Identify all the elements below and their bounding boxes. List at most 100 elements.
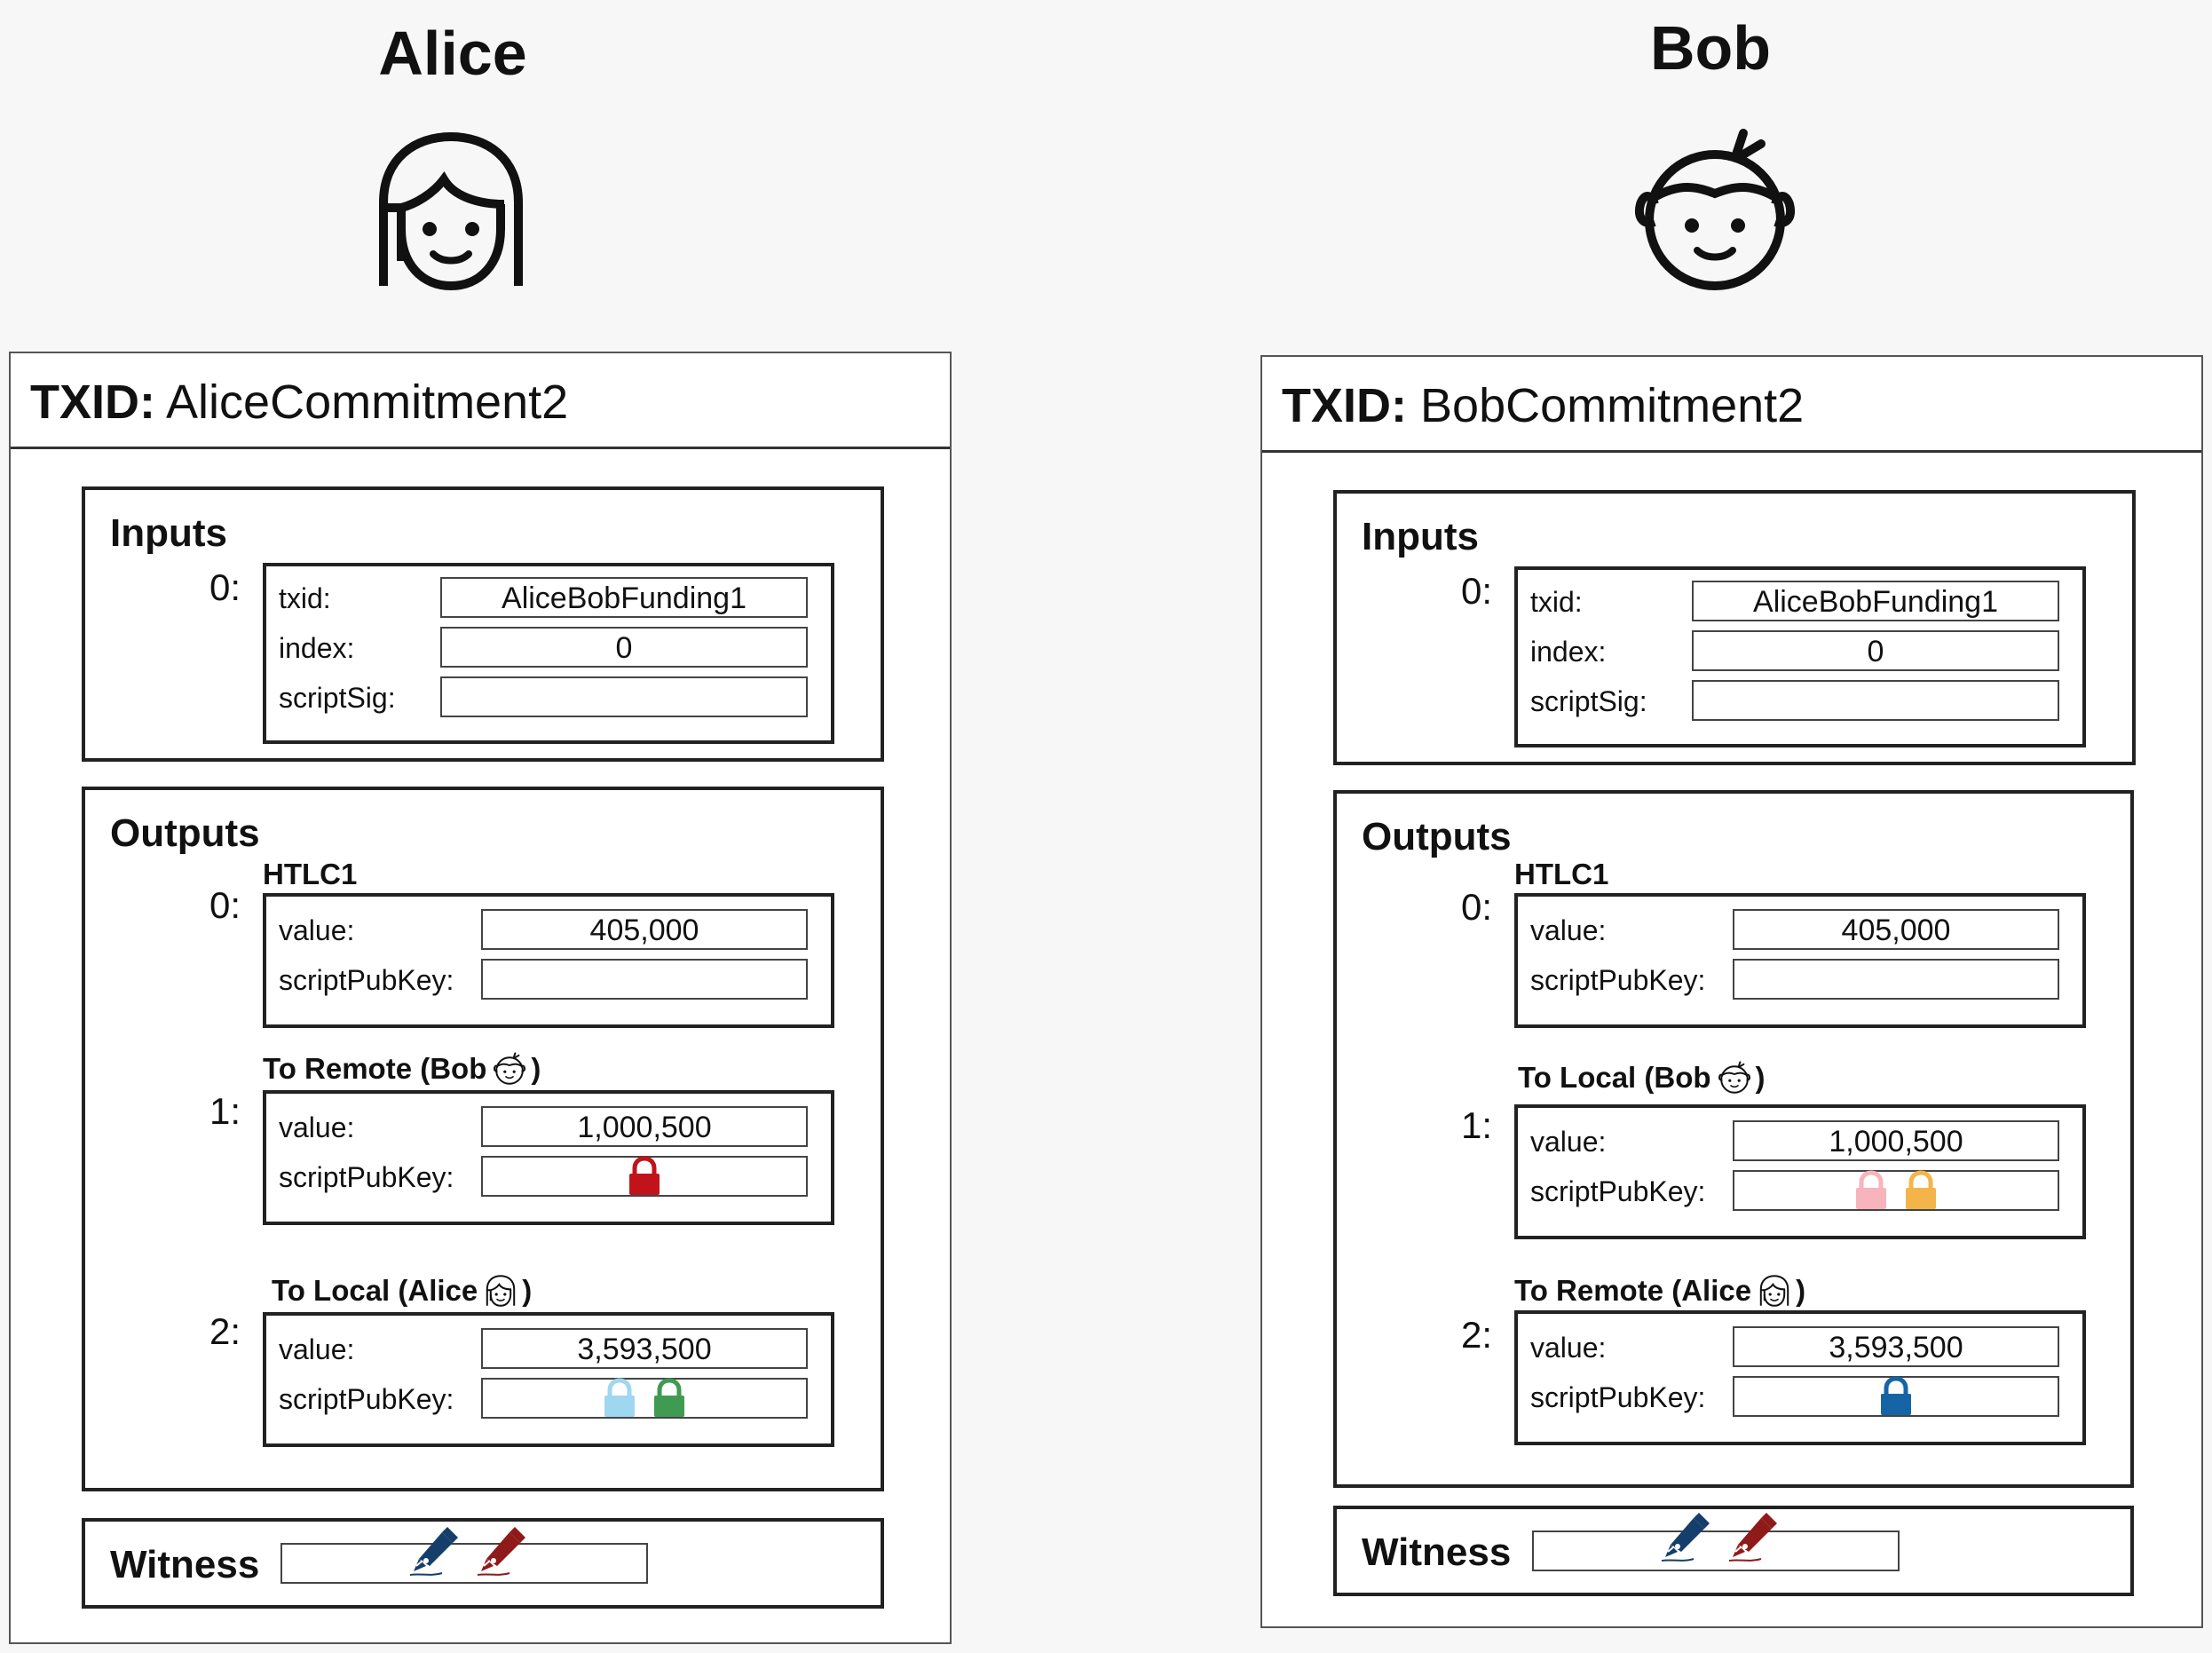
htlc-label: HTLC1 bbox=[1514, 858, 1609, 890]
scriptsig-field bbox=[1692, 680, 2059, 721]
input-index: 0: bbox=[209, 566, 241, 608]
value-field: 1,000,500 bbox=[481, 1106, 808, 1147]
bob-txid-value: BobCommitment2 bbox=[1420, 379, 1805, 432]
output-2-label-text: To Remote (Alice bbox=[1514, 1274, 1752, 1307]
alice-name: Alice bbox=[378, 19, 527, 88]
bob-output-0: value: 405,000 scriptPubKey: bbox=[1514, 893, 2086, 1028]
txid-label: TXID: bbox=[30, 376, 155, 429]
txid-field: AliceBobFunding1 bbox=[1692, 581, 2059, 621]
outputs-title: Outputs bbox=[1362, 815, 1512, 858]
output-2-index: 2: bbox=[1461, 1314, 1493, 1356]
witness-signatures bbox=[407, 1522, 531, 1578]
output-1-index: 1: bbox=[1461, 1104, 1493, 1146]
witness-title: Witness bbox=[110, 1543, 260, 1586]
value-field: 405,000 bbox=[481, 909, 808, 950]
bob-inputs-section: Inputs 0: txid: AliceBobFunding1 index: … bbox=[1333, 490, 2136, 765]
scriptpubkey-field bbox=[481, 1156, 808, 1197]
alice-output-1: value: 1,000,500 scriptPubKey: bbox=[263, 1090, 834, 1225]
value-field: 1,000,500 bbox=[1733, 1120, 2059, 1161]
alice-face-icon bbox=[483, 1273, 518, 1309]
witness-signatures bbox=[1658, 1507, 1782, 1564]
bob-txid-title: TXID: BobCommitment2 bbox=[1282, 378, 1804, 433]
value-label: value: bbox=[279, 1111, 355, 1143]
value-label: value: bbox=[1530, 1126, 1607, 1158]
bob-name: Bob bbox=[1649, 13, 1772, 83]
scriptpubkey-field bbox=[481, 1378, 808, 1419]
pink-lock-icon bbox=[1853, 1170, 1889, 1211]
scriptpubkey-label: scriptPubKey: bbox=[279, 964, 454, 996]
value-label: value: bbox=[1530, 914, 1607, 946]
bob-transaction: TXID: BobCommitment2 Inputs 0: txid: Ali… bbox=[1260, 355, 2203, 1628]
scriptsig-field bbox=[440, 676, 808, 717]
value-field: 405,000 bbox=[1733, 909, 2059, 950]
alice-inputs-section: Inputs 0: txid: AliceBobFunding1 index: … bbox=[82, 486, 884, 762]
scriptpubkey-label: scriptPubKey: bbox=[1530, 1381, 1706, 1413]
txid-field: AliceBobFunding1 bbox=[440, 577, 808, 618]
value-label: value: bbox=[1530, 1332, 1607, 1364]
blue-lock-icon bbox=[1878, 1376, 1914, 1417]
output-0-label: HTLC1 bbox=[1514, 858, 1608, 891]
txid-field-label: txid: bbox=[1530, 586, 1583, 618]
scriptsig-label: scriptSig: bbox=[1530, 685, 1647, 717]
alice-face-icon bbox=[1757, 1273, 1792, 1309]
orange-lock-icon bbox=[1903, 1170, 1939, 1211]
scriptsig-label: scriptSig: bbox=[279, 682, 396, 714]
alice-output-0: value: 405,000 scriptPubKey: bbox=[263, 893, 834, 1028]
red-pen-icon bbox=[474, 1522, 531, 1578]
green-lock-icon bbox=[652, 1378, 687, 1419]
red-lock-icon bbox=[627, 1156, 662, 1197]
output-2-label-close: ) bbox=[522, 1274, 533, 1307]
witness-title: Witness bbox=[1362, 1530, 1512, 1574]
value-label: value: bbox=[279, 914, 355, 946]
index-field-label: index: bbox=[1530, 636, 1607, 668]
input-index: 0: bbox=[1461, 570, 1493, 612]
alice-txid-value: AliceCommitment2 bbox=[166, 376, 569, 429]
bob-output-2: value: 3,593,500 scriptPubKey: bbox=[1514, 1310, 2086, 1445]
output-1-label: To Remote (Bob ) bbox=[263, 1051, 541, 1087]
bob-face-icon bbox=[1626, 123, 1804, 300]
txid-field-label: txid: bbox=[279, 582, 331, 614]
bob-output-1: value: 1,000,500 scriptPubKey: bbox=[1514, 1104, 2086, 1239]
value-field: 3,593,500 bbox=[481, 1328, 808, 1369]
bob-face-icon bbox=[1717, 1060, 1752, 1095]
alice-txid-title: TXID: AliceCommitment2 bbox=[30, 375, 568, 430]
output-0-index: 0: bbox=[1461, 886, 1493, 928]
scriptpubkey-label: scriptPubKey: bbox=[1530, 1175, 1706, 1207]
scriptpubkey-field bbox=[1733, 959, 2059, 1000]
output-1-index: 1: bbox=[209, 1090, 241, 1132]
bob-outputs-section: Outputs HTLC1 0: value: 405,000 scriptPu… bbox=[1333, 790, 2134, 1488]
output-0-label: HTLC1 bbox=[263, 858, 357, 891]
alice-face-icon bbox=[362, 123, 540, 300]
outputs-title: Outputs bbox=[110, 811, 260, 855]
htlc-label: HTLC1 bbox=[263, 858, 358, 890]
output-1-label-text: To Remote (Bob bbox=[263, 1052, 487, 1085]
bob-tx-header: TXID: BobCommitment2 bbox=[1262, 357, 2201, 453]
index-field-label: index: bbox=[279, 632, 355, 664]
output-0-index: 0: bbox=[209, 884, 241, 926]
scriptpubkey-label: scriptPubKey: bbox=[1530, 964, 1706, 996]
alice-input-0: txid: AliceBobFunding1 index: 0 scriptSi… bbox=[263, 563, 834, 744]
output-2-index: 2: bbox=[209, 1310, 241, 1352]
bob-face-icon bbox=[492, 1051, 527, 1087]
alice-transaction: TXID: AliceCommitment2 Inputs 0: txid: A… bbox=[9, 352, 952, 1644]
alice-witness-section: Witness bbox=[82, 1518, 884, 1609]
output-1-label-close: ) bbox=[1755, 1061, 1766, 1094]
bob-witness-section: Witness bbox=[1333, 1506, 2134, 1596]
red-pen-icon bbox=[1726, 1507, 1782, 1564]
bob-input-0: txid: AliceBobFunding1 index: 0 scriptSi… bbox=[1514, 566, 2086, 747]
blue-pen-icon bbox=[1658, 1507, 1715, 1564]
scriptpubkey-label: scriptPubKey: bbox=[279, 1161, 454, 1193]
output-1-label-text: To Local (Bob bbox=[1518, 1061, 1711, 1094]
scriptpubkey-field bbox=[481, 959, 808, 1000]
output-1-label-close: ) bbox=[531, 1052, 541, 1085]
light-blue-lock-icon bbox=[602, 1378, 637, 1419]
scriptpubkey-field bbox=[1733, 1170, 2059, 1211]
output-2-label-text: To Local (Alice bbox=[272, 1274, 478, 1307]
alice-output-2: value: 3,593,500 scriptPubKey: bbox=[263, 1312, 834, 1447]
alice-outputs-section: Outputs HTLC1 0: value: 405,000 scriptPu… bbox=[82, 787, 884, 1491]
value-label: value: bbox=[279, 1333, 355, 1365]
index-field: 0 bbox=[1692, 630, 2059, 671]
output-2-label: To Remote (Alice ) bbox=[1514, 1273, 1805, 1309]
txid-label: TXID: bbox=[1282, 379, 1407, 432]
scriptpubkey-label: scriptPubKey: bbox=[279, 1383, 454, 1415]
